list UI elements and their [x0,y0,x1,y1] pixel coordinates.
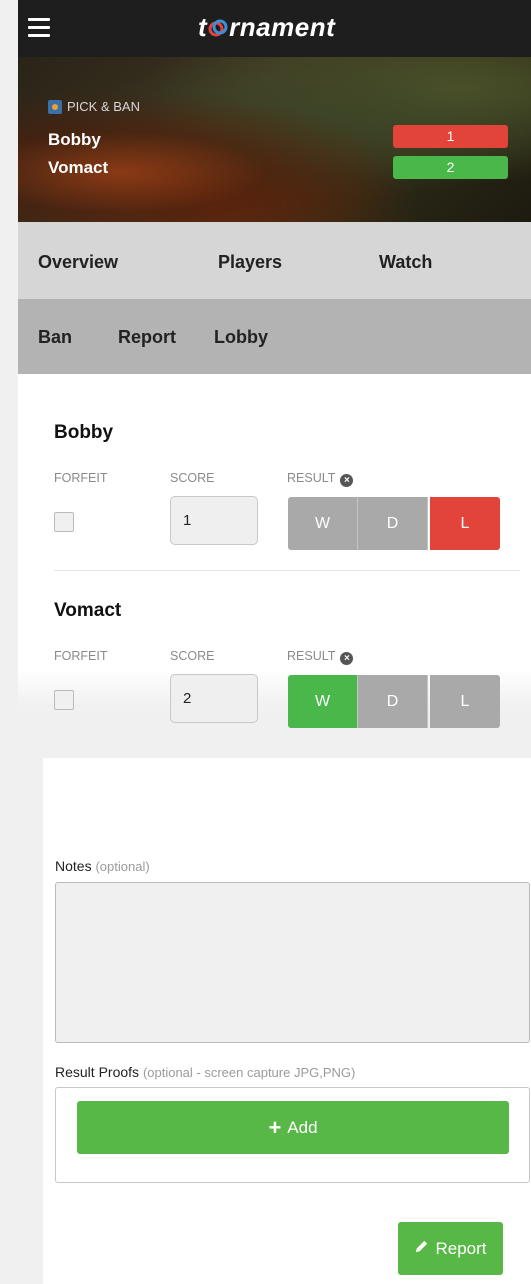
forfeit-checkbox-1[interactable] [54,512,74,532]
report-button-label: Report [435,1238,487,1258]
tab-players[interactable]: Players [218,252,282,273]
report-card: Bobby FORFEIT SCORE RESULT × W D L Vomact… [18,374,531,734]
result-label: RESULT × [287,471,354,487]
notes-panel: Notes (optional) Result Proofs (optional… [43,758,531,1284]
notes-label: Notes (optional) [55,858,150,874]
result-label-text: RESULT [287,471,336,485]
plus-icon: + [268,1114,282,1140]
logo-text-start: t [198,12,208,42]
top-bar: t rnament [18,0,531,57]
proofs-box: + Add [55,1087,530,1183]
match-hero: PICK & BAN Bobby 1 Vomact 2 [18,57,531,222]
report-button[interactable]: Report [398,1222,503,1275]
tab-watch[interactable]: Watch [379,252,432,273]
notes-label-text: Notes [55,858,92,874]
hero-score-1: 1 [393,125,508,148]
result-loss-1[interactable]: L [430,497,500,550]
primary-nav: Overview Players Watch [18,222,531,299]
score-label: SCORE [170,471,215,485]
forfeit-checkbox-2[interactable] [54,690,74,710]
tab-overview[interactable]: Overview [38,252,118,273]
hero-score-2: 2 [393,156,508,179]
proofs-optional: (optional - screen capture JPG,PNG) [142,1065,356,1080]
notes-optional: (optional) [95,859,150,874]
clear-result-icon[interactable]: × [340,474,354,487]
add-proof-button[interactable]: + Add [77,1101,509,1154]
add-proof-label: Add [287,1117,318,1137]
match-format-label: PICK & BAN [67,99,140,114]
player-1-title: Bobby [54,422,114,443]
player-2-title: Vomact [54,600,122,621]
proofs-label: Result Proofs (optional - screen capture… [55,1064,355,1080]
hero-player-2[interactable]: Vomact [48,158,108,178]
tab-lobby[interactable]: Lobby [214,327,268,348]
pencil-icon [414,1239,429,1259]
match-format: PICK & BAN [48,99,140,114]
score-label-2: SCORE [170,649,215,663]
result-win-2[interactable]: W [288,675,358,728]
hero-player-1[interactable]: Bobby [48,130,101,150]
forfeit-label-2: FORFEIT [54,649,108,663]
divider [54,570,520,571]
result-label-text-2: RESULT [287,649,336,663]
notes-textarea[interactable] [55,882,530,1043]
score-input-2[interactable] [170,674,258,723]
result-draw-2[interactable]: D [358,675,428,728]
logo-rings-icon [208,14,228,37]
menu-icon[interactable] [28,18,50,38]
tab-report[interactable]: Report [118,327,176,348]
result-label-2: RESULT × [287,649,354,665]
proofs-label-text: Result Proofs [55,1064,140,1080]
score-input-1[interactable] [170,496,258,545]
logo[interactable]: t rnament [198,12,335,43]
game-icon [48,99,62,114]
result-draw-1[interactable]: D [358,497,428,550]
tab-ban[interactable]: Ban [38,327,72,348]
logo-text-end: rnament [229,12,336,42]
clear-result-icon-2[interactable]: × [340,652,354,665]
secondary-nav: Ban Report Lobby [18,299,531,374]
result-win-1[interactable]: W [288,497,358,550]
result-loss-2[interactable]: L [430,675,500,728]
forfeit-label: FORFEIT [54,471,108,485]
